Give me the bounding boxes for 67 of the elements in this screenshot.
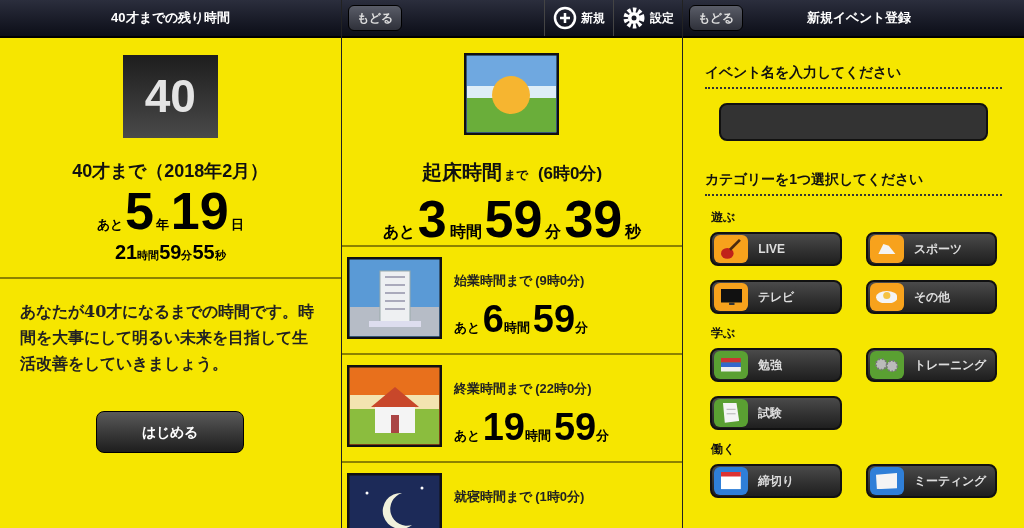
- screen-title: 40才までの残り時間: [111, 9, 230, 28]
- dish-icon: [875, 290, 898, 304]
- count-number: 5: [124, 187, 154, 235]
- count-unit: 分: [596, 427, 610, 445]
- timer-name: 起床時間: [421, 160, 502, 185]
- count-unit: 年: [155, 216, 169, 234]
- count-number: 3: [417, 193, 447, 245]
- count-unit: 時間: [137, 249, 160, 263]
- count-number: 6: [482, 298, 504, 339]
- timer-label: 始業時間まで (9時0分): [453, 272, 586, 290]
- count-unit: 分: [575, 319, 589, 337]
- category-button[interactable]: 締切り: [710, 464, 842, 498]
- count-number: 59: [553, 406, 597, 447]
- timer-suffix: まで: [503, 167, 528, 184]
- start-button[interactable]: はじめる: [96, 411, 245, 453]
- note-icon: [875, 472, 898, 490]
- back-button[interactable]: もどる: [689, 5, 744, 31]
- category-button[interactable]: LIVE: [710, 232, 842, 266]
- target-time: (6時0分): [537, 163, 603, 185]
- section-heading: カテゴリーを1つ選択してください: [705, 169, 1002, 196]
- count-unit: 時間: [449, 222, 482, 242]
- count-number: 59: [532, 298, 576, 339]
- timer-label: 就寝時間まで (1時0分): [453, 488, 585, 506]
- count-number: 59: [159, 240, 182, 265]
- count-unit: あと: [382, 222, 415, 242]
- count-unit: 分: [545, 222, 562, 242]
- count-unit: 日: [230, 216, 244, 234]
- count-number: 21: [114, 240, 138, 265]
- new-button[interactable]: 新規: [544, 0, 614, 36]
- gears-icon: [874, 358, 899, 372]
- group-label: 遊ぶ: [711, 209, 737, 226]
- count-number: 55: [192, 240, 215, 265]
- paper-icon: [723, 403, 740, 423]
- count-number: 39: [564, 193, 623, 245]
- count-number: 59: [484, 193, 543, 245]
- calendar-icon: [721, 472, 742, 490]
- category-button[interactable]: ミーティング: [865, 464, 997, 498]
- count-unit: 分: [181, 248, 193, 263]
- count-unit: あと: [453, 318, 480, 337]
- count-unit: 秒: [625, 222, 642, 242]
- count-unit: あと: [96, 216, 123, 234]
- category-button[interactable]: スポーツ: [865, 232, 997, 266]
- event-name-field[interactable]: [719, 103, 988, 141]
- back-button[interactable]: もどる: [347, 5, 402, 31]
- timer-label: 終業時間まで (22時0分): [453, 380, 593, 398]
- count-number: 19: [482, 406, 525, 447]
- count-number: 19: [170, 187, 229, 235]
- category-button[interactable]: 試験: [710, 396, 842, 430]
- category-button[interactable]: 勉強: [710, 348, 842, 382]
- settings-button[interactable]: 設定: [613, 0, 683, 36]
- count-unit: あと: [453, 426, 480, 445]
- age-badge: 40: [122, 55, 218, 138]
- television-icon: [720, 288, 743, 306]
- plus-circle-icon: [553, 6, 578, 30]
- count-unit: 時間: [524, 427, 551, 445]
- category-button[interactable]: その他: [865, 280, 997, 314]
- settings-icon: [622, 6, 647, 30]
- target-label: 40才まで（2018年2月）: [72, 160, 269, 183]
- screen-title: 新規イベント登録: [807, 9, 912, 28]
- description-text: あなたが40才になるまでの時間です。時間を大事にして明るい未来を目指して生活改善をしていきましょう。: [19, 301, 316, 375]
- category-button[interactable]: トレーニング: [865, 348, 997, 382]
- count-unit: 時間: [503, 319, 530, 337]
- category-button[interactable]: テレビ: [710, 280, 842, 314]
- group-label: 働く: [711, 441, 737, 458]
- section-heading: イベント名を入力してください: [705, 62, 1002, 89]
- group-label: 学ぶ: [711, 325, 737, 342]
- count-unit: 秒: [214, 249, 226, 263]
